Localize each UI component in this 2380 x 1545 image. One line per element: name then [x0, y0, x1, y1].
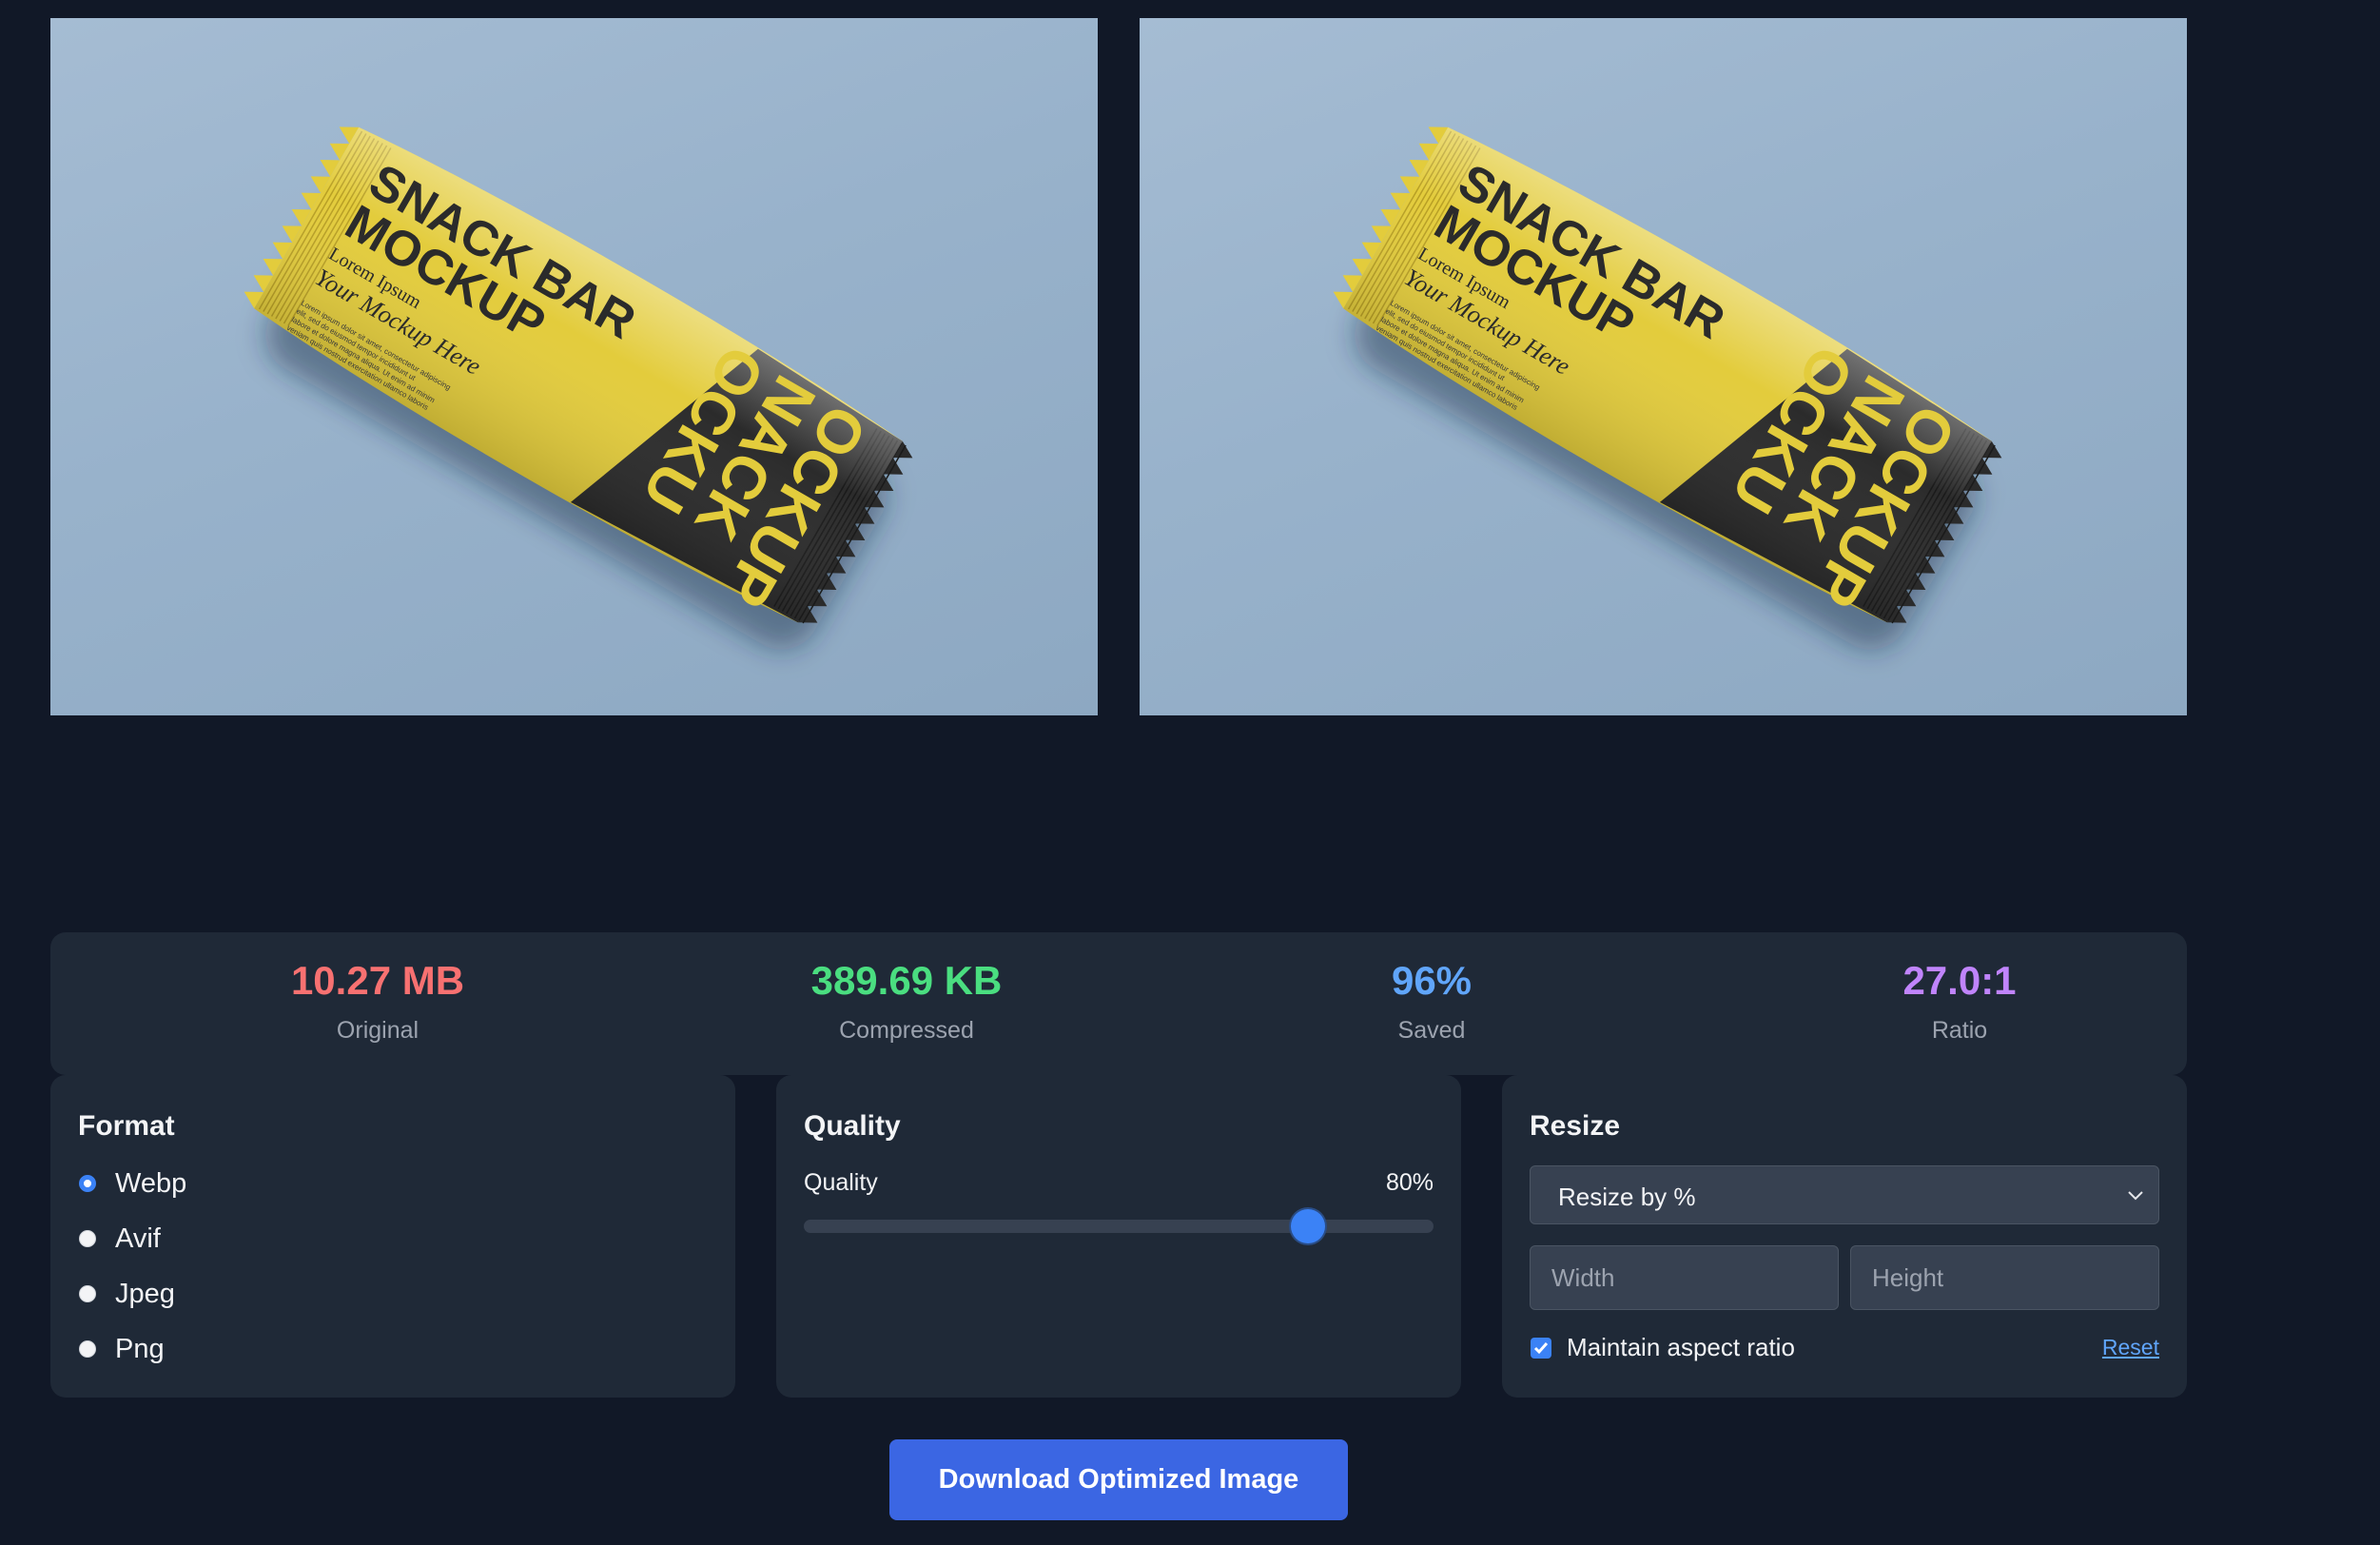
download-button[interactable]: Download Optimized Image [889, 1439, 1348, 1520]
maintain-aspect-checkbox[interactable] [1531, 1338, 1551, 1359]
format-option-webp[interactable]: Webp [79, 1164, 186, 1203]
compressed-image-preview: SNACK BAR MOCKUP Lorem Ipsum Your Mockup He… [1140, 18, 2187, 715]
reset-link[interactable]: Reset [2102, 1335, 2159, 1360]
stat-original-label: Original [336, 1017, 419, 1044]
format-option-jpeg[interactable]: Jpeg [79, 1275, 175, 1313]
chevron-down-icon [2128, 1191, 2143, 1201]
resize-panel: Resize Resize by % Maintain aspect ratio… [1502, 1075, 2187, 1398]
quality-slider-thumb[interactable] [1290, 1209, 1325, 1243]
format-option-label: Jpeg [115, 1278, 175, 1309]
format-option-label: Png [115, 1333, 165, 1364]
stat-ratio-value: 27.0:1 [1902, 958, 2017, 1003]
height-input[interactable] [1850, 1245, 2159, 1310]
quality-value: 80% [1385, 1169, 1434, 1196]
original-image-preview: SNACK BAR MOCKUP Lorem Ipsum Your Mockup He… [50, 18, 1098, 715]
format-title: Format [78, 1110, 175, 1142]
format-option-label: Avif [115, 1222, 161, 1254]
comp-mockup-art: SNACK BARMOCKUPLorem IpsumYour Mockup He… [1333, 127, 2002, 650]
resize-title: Resize [1530, 1110, 1621, 1142]
format-option-label: Webp [115, 1167, 187, 1199]
radio-png[interactable] [79, 1340, 96, 1358]
format-panel: Format Webp Avif Jpeg Png [50, 1075, 735, 1398]
resize-mode-value: Resize by % [1558, 1183, 1696, 1211]
stat-saved-value: 96% [1391, 958, 1473, 1003]
stat-saved-label: Saved [1397, 1017, 1466, 1044]
stat-original-value: 10.27 MB [290, 958, 465, 1003]
quality-label: Quality [804, 1169, 878, 1196]
format-option-avif[interactable]: Avif [79, 1220, 161, 1258]
radio-avif[interactable] [79, 1230, 96, 1247]
orig-mockup-art: SNACK BARMOCKUPLorem IpsumYour Mockup He… [244, 127, 913, 650]
radio-webp[interactable] [79, 1175, 96, 1192]
quality-slider-track[interactable] [804, 1220, 1434, 1233]
width-input[interactable] [1530, 1245, 1839, 1310]
quality-title: Quality [804, 1110, 901, 1142]
stat-ratio-label: Ratio [1931, 1017, 1988, 1044]
stats-bar: 10.27 MB Original 389.69 KB Compressed 9… [50, 932, 2187, 1075]
stat-compressed-value: 389.69 KB [810, 958, 1003, 1003]
format-option-png[interactable]: Png [79, 1330, 165, 1368]
maintain-aspect-label: Maintain aspect ratio [1567, 1333, 1795, 1361]
stat-compressed-label: Compressed [839, 1017, 974, 1044]
checkmark-icon [1533, 1342, 1549, 1355]
quality-panel: Quality Quality 80% [776, 1075, 1461, 1398]
radio-jpeg[interactable] [79, 1285, 96, 1302]
resize-mode-select[interactable]: Resize by % [1530, 1165, 2159, 1224]
